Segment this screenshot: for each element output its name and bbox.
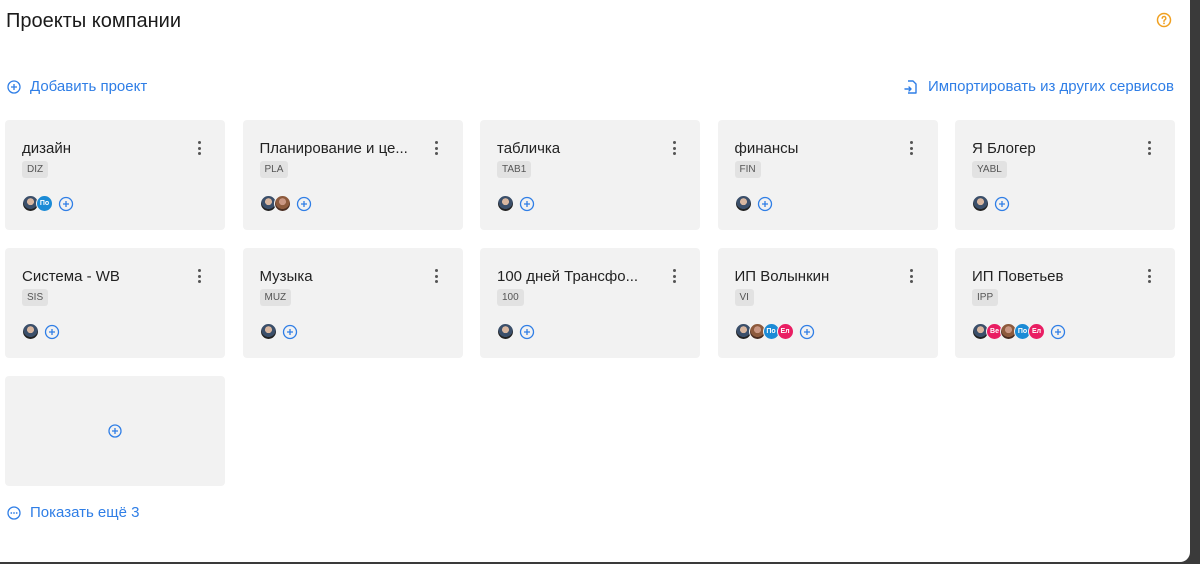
project-card[interactable]: Я Блогер YABL xyxy=(955,120,1175,230)
add-member-icon[interactable] xyxy=(994,196,1010,212)
import-file-icon xyxy=(904,80,917,94)
project-title: финансы xyxy=(734,140,799,157)
kebab-menu-icon[interactable] xyxy=(908,267,916,285)
project-title: 100 дней Трансфо... xyxy=(497,268,639,285)
avatar[interactable] xyxy=(259,323,277,340)
add-project-button[interactable]: Добавить проект xyxy=(7,78,147,96)
kebab-menu-icon[interactable] xyxy=(1145,139,1153,157)
project-members xyxy=(259,323,298,340)
project-title: ИП Поветьев xyxy=(972,268,1064,285)
project-title: Планирование и це... xyxy=(259,140,408,157)
project-members: По Ел xyxy=(734,323,815,340)
project-members xyxy=(497,195,535,212)
add-project-label: Добавить проект xyxy=(30,78,148,95)
ellipsis-circle-icon xyxy=(7,506,21,520)
kebab-menu-icon[interactable] xyxy=(670,139,678,157)
project-card[interactable]: дизайн DIZ По xyxy=(5,120,225,230)
kebab-menu-icon[interactable] xyxy=(1145,267,1153,285)
add-member-icon[interactable] xyxy=(1050,324,1066,340)
project-code-badge: FIN xyxy=(734,161,761,178)
avatar[interactable]: Ел xyxy=(776,323,794,340)
add-member-icon[interactable] xyxy=(519,196,535,212)
show-more-label: Показать ещё 3 xyxy=(30,504,140,521)
show-more-button[interactable]: Показать ещё 3 xyxy=(7,504,139,522)
project-code-badge: VI xyxy=(734,289,754,306)
project-card[interactable]: финансы FIN xyxy=(717,120,938,230)
project-code-badge: DIZ xyxy=(22,161,49,178)
avatar[interactable] xyxy=(273,195,291,212)
project-members xyxy=(972,195,1010,212)
avatar[interactable]: По xyxy=(36,195,53,212)
project-members xyxy=(22,323,60,340)
projects-panel: Проекты компании Добавить проект Импорти… xyxy=(0,0,1190,562)
kebab-menu-icon[interactable] xyxy=(195,267,203,285)
avatar[interactable]: Ел xyxy=(1028,323,1045,340)
add-member-icon[interactable] xyxy=(296,196,312,212)
add-member-icon[interactable] xyxy=(58,196,74,212)
project-title: Я Блогер xyxy=(972,140,1036,157)
project-members: По xyxy=(22,195,74,212)
project-title: Музыка xyxy=(259,268,313,285)
avatar[interactable] xyxy=(22,323,39,340)
add-member-icon[interactable] xyxy=(799,324,815,340)
new-project-card[interactable] xyxy=(5,376,225,486)
project-members xyxy=(734,195,773,212)
plus-circle-icon xyxy=(108,424,122,438)
kebab-menu-icon[interactable] xyxy=(433,267,441,285)
kebab-menu-icon[interactable] xyxy=(908,139,916,157)
question-circle-icon[interactable] xyxy=(1156,12,1172,28)
project-card[interactable]: Система - WB SIS xyxy=(5,248,225,358)
add-member-icon[interactable] xyxy=(519,324,535,340)
import-button[interactable]: Импортировать из других сервисов xyxy=(903,78,1174,96)
project-members xyxy=(497,323,535,340)
project-card[interactable]: ИП Поветьев IPP Ве По Ел xyxy=(955,248,1175,358)
project-code-badge: IPP xyxy=(972,289,999,306)
project-card[interactable]: ИП Волынкин VI По Ел xyxy=(717,248,938,358)
add-member-icon[interactable] xyxy=(282,324,298,340)
project-code-badge: MUZ xyxy=(259,289,292,306)
project-code-badge: SIS xyxy=(22,289,49,306)
project-card[interactable]: Музыка MUZ xyxy=(242,248,463,358)
kebab-menu-icon[interactable] xyxy=(433,139,441,157)
project-code-badge: PLA xyxy=(259,161,289,178)
page-title: Проекты компании xyxy=(6,10,181,32)
kebab-menu-icon[interactable] xyxy=(195,139,203,157)
avatar[interactable] xyxy=(972,195,989,212)
plus-circle-icon xyxy=(7,80,21,94)
avatar[interactable] xyxy=(734,195,752,212)
project-members xyxy=(259,195,312,212)
project-card[interactable]: табличка TAB1 xyxy=(480,120,700,230)
avatar[interactable] xyxy=(497,323,514,340)
project-title: дизайн xyxy=(22,140,72,157)
project-card[interactable]: 100 дней Трансфо... 100 xyxy=(480,248,700,358)
project-title: табличка xyxy=(497,140,561,157)
add-member-icon[interactable] xyxy=(757,196,773,212)
project-card[interactable]: Планирование и це... PLA xyxy=(242,120,463,230)
avatar[interactable] xyxy=(497,195,514,212)
project-code-badge: YABL xyxy=(972,161,1007,178)
project-code-badge: TAB1 xyxy=(497,161,532,178)
import-label: Импортировать из других сервисов xyxy=(927,78,1174,95)
project-title: Система - WB xyxy=(22,268,120,285)
project-members: Ве По Ел xyxy=(972,323,1066,340)
projects-grid: дизайн DIZ По Планирование и це... PLA таблич… xyxy=(5,120,1175,486)
project-code-badge: 100 xyxy=(497,289,524,306)
kebab-menu-icon[interactable] xyxy=(670,267,678,285)
project-title: ИП Волынкин xyxy=(734,268,830,285)
add-member-icon[interactable] xyxy=(44,324,60,340)
